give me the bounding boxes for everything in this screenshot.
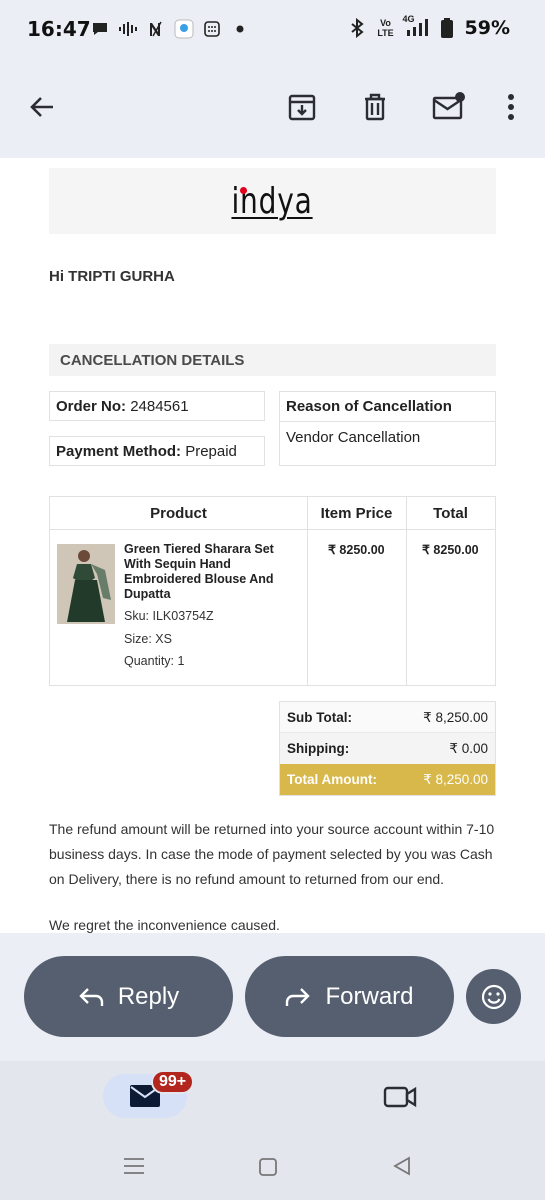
back-nav-icon[interactable] <box>392 1156 412 1181</box>
bluetooth-icon <box>347 18 367 38</box>
product-sku: Sku: ILK03754Z <box>124 609 214 623</box>
total-amount-row: Total Amount: ₹ 8,250.00 <box>280 764 495 795</box>
email-toolbar <box>0 60 545 158</box>
forward-icon <box>286 987 311 1006</box>
archive-icon[interactable] <box>285 90 319 124</box>
reason-divider <box>280 421 495 422</box>
email-body: indya Hi TRIPTI GURHA CANCELLATION DETAI… <box>0 158 545 933</box>
forward-button[interactable]: Forward <box>245 956 454 1037</box>
subtotal-label: Sub Total: <box>287 710 352 725</box>
back-arrow-icon[interactable] <box>25 90 59 124</box>
item-total: ₹ 8250.00 <box>422 543 479 557</box>
emoji-reaction-button[interactable] <box>466 969 521 1024</box>
trash-icon[interactable] <box>358 90 392 124</box>
table-divider <box>307 497 308 685</box>
order-number-box: Order No: 2484561 <box>49 391 265 421</box>
mail-unread-icon[interactable] <box>430 90 468 124</box>
reply-action-bar: Reply Forward <box>0 933 545 1061</box>
product-size: Size: XS <box>124 632 172 646</box>
status-bar: 16:47 Vo LTE 4G 59% <box>0 0 545 60</box>
payment-method-label: Payment Method: <box>56 443 182 460</box>
item-price: ₹ 8250.00 <box>328 543 385 557</box>
status-time: 16:47 <box>27 17 91 41</box>
system-navigation <box>0 1140 545 1200</box>
battery-icon <box>437 18 457 38</box>
refund-paragraph: The refund amount will be returned into … <box>49 821 495 887</box>
more-vert-icon[interactable] <box>494 90 528 124</box>
calendar-icon <box>202 19 222 39</box>
app-icon <box>174 19 194 39</box>
shipping-label: Shipping: <box>287 741 350 756</box>
emoji-icon <box>481 984 506 1009</box>
subtotal-row: Sub Total: ₹ 8,250.00 <box>280 702 495 733</box>
reason-value: Vendor Cancellation <box>286 429 421 446</box>
product-name[interactable]: Green Tiered Sharara Set With Sequin Han… <box>124 542 286 602</box>
voice-wave-icon <box>118 19 138 39</box>
network-label: 4G <box>402 14 415 24</box>
table-divider <box>406 497 407 685</box>
shipping-row: Shipping: ₹ 0.00 <box>280 733 495 764</box>
totals-box: Sub Total: ₹ 8,250.00 Shipping: ₹ 0.00 T… <box>279 701 496 796</box>
status-icons-right: Vo LTE 4G 59% <box>347 14 510 39</box>
table-header-item-price: Item Price <box>307 497 406 530</box>
video-camera-icon <box>383 1086 417 1108</box>
section-title: CANCELLATION DETAILS <box>60 352 245 369</box>
brand-header: indya <box>49 168 496 234</box>
section-header: CANCELLATION DETAILS <box>49 344 496 376</box>
shipping-value: ₹ 0.00 <box>449 741 488 756</box>
order-number-value: 2484561 <box>130 398 189 415</box>
chat-icon <box>90 19 110 39</box>
volte-icon: Vo LTE <box>377 18 394 38</box>
product-table: Product Item Price Total Green Tiered Sh… <box>49 496 496 686</box>
n-icon <box>146 19 166 39</box>
recent-apps-icon[interactable] <box>123 1156 145 1181</box>
reply-label: Reply <box>117 982 180 1010</box>
regret-paragraph: We regret the inconvenience caused. <box>49 917 280 933</box>
bottom-navigation: 99+ <box>0 1061 545 1140</box>
reason-label: Reason of Cancellation <box>286 398 452 415</box>
payment-method-value: Prepaid <box>185 443 237 460</box>
status-icons-left <box>90 19 250 39</box>
table-header-product: Product <box>50 497 307 530</box>
dot-icon <box>230 19 250 39</box>
product-quantity: Quantity: 1 <box>124 654 185 668</box>
total-amount-label: Total Amount: <box>287 772 377 787</box>
reply-button[interactable]: Reply <box>24 956 233 1037</box>
subtotal-value: ₹ 8,250.00 <box>423 710 488 725</box>
battery-percentage: 59% <box>464 17 510 39</box>
payment-method-box: Payment Method: Prepaid <box>49 436 265 466</box>
product-image[interactable] <box>57 544 115 624</box>
order-number-label: Order No: <box>56 398 127 415</box>
home-icon[interactable] <box>258 1157 278 1182</box>
total-amount-value: ₹ 8,250.00 <box>423 772 488 787</box>
table-header-total: Total <box>406 497 495 530</box>
reply-icon <box>79 987 104 1006</box>
unread-badge: 99+ <box>151 1070 195 1094</box>
reason-box: Reason of Cancellation Vendor Cancellati… <box>279 391 496 466</box>
greeting: Hi TRIPTI GURHA <box>49 268 175 285</box>
forward-label: Forward <box>325 982 414 1010</box>
nav-meet[interactable] <box>383 1083 417 1116</box>
signal-icon: 4G <box>403 14 429 38</box>
brand-logo-dot <box>240 187 247 194</box>
